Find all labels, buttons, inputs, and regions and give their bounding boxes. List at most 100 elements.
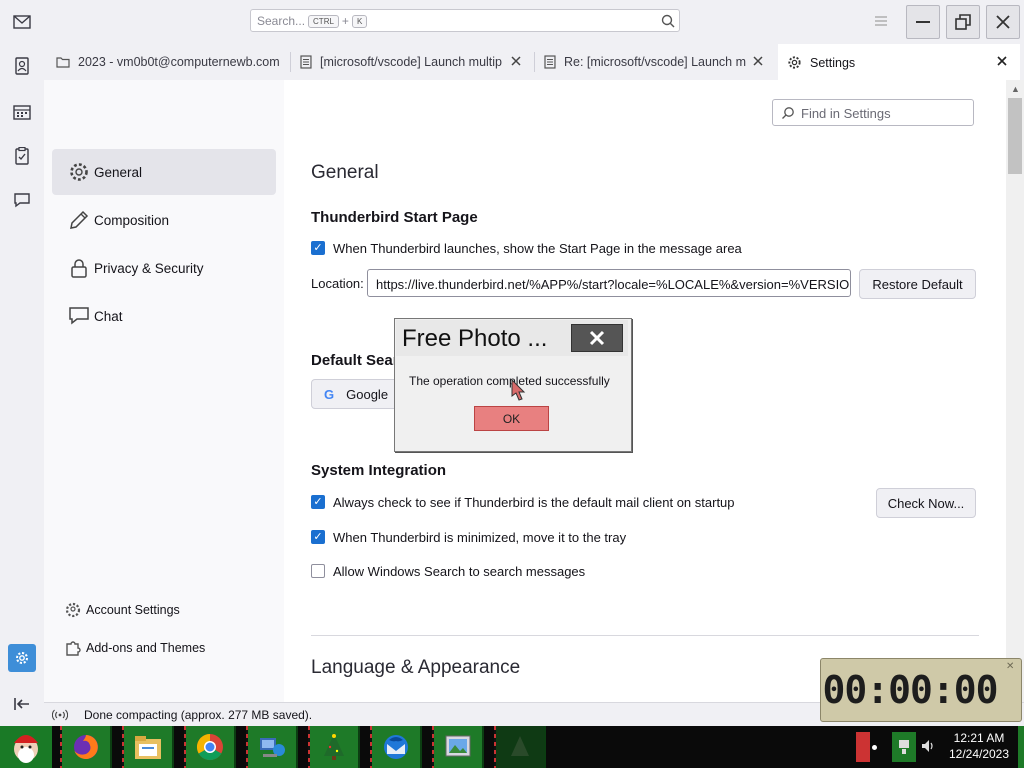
location-value: https://live.thunderbird.net/%APP%/start… <box>376 277 850 292</box>
sidebar-item-label: General <box>94 164 143 180</box>
start-page-heading: Thunderbird Start Page <box>311 209 478 226</box>
taskbar-network-app[interactable] <box>246 726 298 768</box>
tree-dim-icon <box>511 736 529 756</box>
minimize-tray-checkbox[interactable]: ✓ <box>311 530 325 544</box>
clock-date: 12/24/2023 <box>948 747 1010 761</box>
dialog-close-button[interactable] <box>571 324 623 352</box>
dialog-title: Free Photo ... <box>402 325 548 352</box>
account-settings-link[interactable]: Account Settings <box>60 597 180 623</box>
taskbar-firefox[interactable] <box>60 726 112 768</box>
start-button[interactable] <box>0 726 52 768</box>
account-gear-icon <box>65 602 81 618</box>
taskbar-clock[interactable]: 12:21 AM 12/24/2023 <box>944 730 1014 762</box>
spaces-toolbar <box>0 0 45 726</box>
online-status-icon[interactable] <box>52 709 68 721</box>
tab-label: [microsoft/vscode] Launch multip <box>319 55 502 69</box>
sidebar-item-label: Composition <box>94 212 170 228</box>
tray-dot-icon <box>872 745 877 750</box>
section-divider <box>311 635 979 636</box>
taskbar-chrome[interactable] <box>184 726 236 768</box>
close-icon <box>589 330 605 346</box>
sidebar-item-chat[interactable]: Chat <box>52 293 276 339</box>
location-input[interactable]: https://live.thunderbird.net/%APP%/start… <box>367 269 851 297</box>
find-in-settings-input[interactable]: Find in Settings <box>772 99 974 126</box>
mouse-cursor-icon <box>511 378 526 401</box>
timer-close-icon[interactable]: ✕ <box>1006 661 1014 672</box>
document-icon <box>544 55 556 69</box>
windows-search-checkbox[interactable] <box>311 564 325 578</box>
chat-icon[interactable] <box>8 186 36 214</box>
dialog-ok-button[interactable]: OK <box>474 406 549 431</box>
app-menu-icon[interactable] <box>872 12 890 30</box>
network-computer-icon <box>260 738 285 757</box>
taskbar: 12:21 AM 12/24/2023 <box>0 726 1024 768</box>
close-icon <box>996 15 1010 29</box>
volume-icon[interactable] <box>920 738 936 757</box>
taskbar-app-inactive[interactable] <box>494 726 546 768</box>
minimize-tray-checkbox-label: When Thunderbird is minimized, move it t… <box>333 530 627 545</box>
taskbar-file-explorer[interactable] <box>122 726 174 768</box>
tray-network-icon[interactable] <box>892 732 916 762</box>
kbd-ctrl: CTRL <box>308 15 339 29</box>
default-client-checkbox[interactable]: ✓ <box>311 495 325 509</box>
settings-sidebar: General Composition Privacy & Security C… <box>44 80 284 702</box>
sidebar-item-general[interactable]: General <box>52 149 276 195</box>
check-now-button[interactable]: Check Now... <box>876 488 976 518</box>
document-icon <box>300 55 312 69</box>
default-client-checkbox-label: Always check to see if Thunderbird is th… <box>333 495 735 510</box>
windows-search-checkbox-label: Allow Windows Search to search messages <box>333 564 586 579</box>
clock-time: 12:21 AM <box>953 731 1005 745</box>
tray-indicator[interactable] <box>856 732 870 762</box>
tab-close-button[interactable] <box>510 55 524 69</box>
settings-scrollbar[interactable]: ▲ <box>1006 80 1024 702</box>
tab-message-2[interactable]: Re: [microsoft/vscode] Launch m <box>544 44 746 80</box>
location-label: Location: <box>311 276 364 291</box>
tab-settings[interactable]: Settings <box>778 44 1020 81</box>
restore-button[interactable] <box>946 5 980 39</box>
tab-folder[interactable]: 2023 - vm0b0t@computernewb.com <box>56 44 288 80</box>
taskbar-thunderbird[interactable] <box>370 726 422 768</box>
photo-icon <box>445 735 471 757</box>
tab-label: Settings <box>810 55 856 70</box>
calendar-icon[interactable] <box>8 98 36 126</box>
scroll-up-arrow-icon[interactable]: ▲ <box>1011 84 1020 94</box>
show-desktop-button[interactable] <box>1018 726 1024 768</box>
footer-link-label: Account Settings <box>86 603 180 617</box>
tab-label: Re: [microsoft/vscode] Launch m <box>563 55 746 69</box>
taskbar-tree-app[interactable] <box>308 726 360 768</box>
mail-icon[interactable] <box>8 8 36 36</box>
kbd-k: K <box>351 15 368 29</box>
global-search-input[interactable]: Search... CTRL + K <box>250 9 680 32</box>
sidebar-item-composition[interactable]: Composition <box>52 197 276 243</box>
restore-icon <box>955 14 971 30</box>
search-placeholder: Search... CTRL + K <box>257 14 370 29</box>
scrollbar-thumb[interactable] <box>1008 98 1022 174</box>
chrome-icon <box>196 733 223 761</box>
dialog-titlebar: Free Photo ... <box>396 320 628 356</box>
tab-close-button[interactable] <box>752 55 766 69</box>
system-integration-heading: System Integration <box>311 462 447 479</box>
google-g-icon: G <box>324 386 335 402</box>
timer-display: 00:00:00 <box>822 668 998 712</box>
pencil-icon <box>70 210 89 229</box>
santa-start-icon <box>14 735 38 763</box>
collapse-spaces-icon[interactable] <box>8 690 36 718</box>
sidebar-item-label: Privacy & Security <box>94 260 204 276</box>
tab-close-button[interactable] <box>996 55 1010 69</box>
default-search-heading: Default Sear <box>311 352 399 369</box>
address-book-icon[interactable] <box>8 52 36 80</box>
chat-bubble-icon <box>69 307 89 325</box>
timer-widget[interactable]: ✕ 00:00:00 <box>820 658 1022 722</box>
tasks-icon[interactable] <box>8 142 36 170</box>
tab-divider <box>290 52 291 72</box>
addons-themes-link[interactable]: Add-ons and Themes <box>60 635 205 661</box>
restore-default-button[interactable]: Restore Default <box>859 269 976 299</box>
start-page-checkbox[interactable]: ✓ <box>311 241 325 255</box>
taskbar-photo-app[interactable] <box>432 726 484 768</box>
tab-label: 2023 - vm0b0t@computernewb.com <box>78 55 280 69</box>
sidebar-item-privacy[interactable]: Privacy & Security <box>52 245 276 291</box>
minimize-button[interactable] <box>906 5 940 39</box>
settings-gear-icon[interactable] <box>8 644 36 672</box>
close-window-button[interactable] <box>986 5 1020 39</box>
tab-message-1[interactable]: [microsoft/vscode] Launch multip <box>300 44 502 80</box>
